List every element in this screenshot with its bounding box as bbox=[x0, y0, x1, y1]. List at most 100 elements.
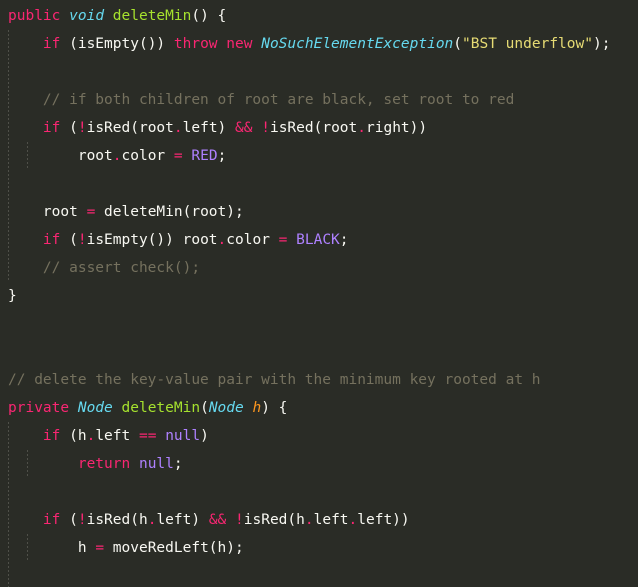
code-token-op: ! bbox=[261, 120, 270, 136]
code-line[interactable] bbox=[0, 562, 638, 587]
code-token-plain: left bbox=[313, 512, 349, 528]
code-token-param: h bbox=[252, 400, 262, 416]
code-line[interactable]: private Node deleteMin(Node h) { bbox=[0, 394, 638, 422]
code-token-plain: isRed(root bbox=[269, 120, 358, 136]
code-line[interactable]: if (!isRed(h.left) && !isRed(h.left.left… bbox=[0, 506, 638, 534]
code-line[interactable]: } bbox=[0, 282, 638, 310]
code-token-plain: left bbox=[95, 428, 139, 444]
code-token-plain: root bbox=[8, 148, 113, 164]
code-token-plain: color bbox=[226, 232, 279, 248]
code-token-op: ! bbox=[77, 512, 87, 528]
code-line[interactable] bbox=[0, 338, 638, 366]
code-token-kw: if bbox=[42, 232, 61, 248]
code-token-kw: new bbox=[226, 36, 253, 52]
code-token-plain: } bbox=[8, 288, 17, 304]
code-token-type: Node bbox=[77, 400, 113, 416]
code-line[interactable] bbox=[0, 478, 638, 506]
indent-guides bbox=[0, 562, 638, 587]
code-token-plain: left)) bbox=[357, 512, 410, 528]
indent-guides bbox=[0, 170, 638, 198]
code-token-op: = bbox=[95, 540, 105, 556]
code-token-const: RED bbox=[191, 148, 218, 164]
code-token-plain: left) bbox=[156, 512, 209, 528]
indent-guide bbox=[8, 170, 9, 198]
code-token-op: . bbox=[348, 512, 358, 528]
code-token-comment: // if both children of root are black, s… bbox=[42, 92, 515, 108]
code-token-comment: // assert check(); bbox=[42, 260, 201, 276]
code-token-op: ! bbox=[77, 232, 87, 248]
indent-guides bbox=[0, 478, 638, 506]
code-token-plain: color bbox=[121, 148, 174, 164]
code-token-kw: private bbox=[8, 400, 70, 416]
code-token-op: && bbox=[208, 512, 227, 528]
code-editor[interactable]: public void deleteMin() { if (isEmpty())… bbox=[0, 0, 638, 587]
code-surface[interactable]: public void deleteMin() { if (isEmpty())… bbox=[0, 0, 638, 587]
code-token-plain: ; bbox=[217, 148, 227, 164]
code-line[interactable]: h = moveRedLeft(h); bbox=[0, 534, 638, 562]
code-token-kw: if bbox=[42, 36, 61, 52]
code-token-type: void bbox=[69, 8, 105, 24]
code-token-op: . bbox=[304, 512, 314, 528]
code-token-plain: ( bbox=[200, 400, 209, 416]
code-token-str: "BST underflow" bbox=[462, 36, 593, 52]
code-token-plain: ( bbox=[453, 36, 463, 52]
code-token-plain: isRed(root bbox=[86, 120, 174, 136]
code-token-plain: ; bbox=[339, 232, 349, 248]
code-token-const: null bbox=[138, 456, 174, 472]
code-line[interactable]: public void deleteMin() { bbox=[0, 2, 638, 30]
code-line[interactable] bbox=[0, 58, 638, 86]
code-line[interactable]: if (!isEmpty()) root.color = BLACK; bbox=[0, 226, 638, 254]
code-token-kw: if bbox=[42, 512, 61, 528]
code-token-plain: ) bbox=[200, 428, 209, 444]
code-token-op: . bbox=[217, 232, 227, 248]
code-line[interactable]: root.color = RED; bbox=[0, 142, 638, 170]
code-token-plain: right)) bbox=[366, 120, 428, 136]
code-token-plain: moveRedLeft(h); bbox=[104, 540, 244, 556]
code-token-plain: ( bbox=[60, 512, 78, 528]
code-token-op: . bbox=[173, 120, 183, 136]
code-token-op: ! bbox=[235, 512, 244, 528]
code-token-const: BLACK bbox=[296, 232, 340, 248]
code-token-kw: return bbox=[77, 456, 131, 472]
indent-guide bbox=[8, 562, 9, 587]
code-token-op: . bbox=[112, 148, 122, 164]
code-token-plain: isRed(h bbox=[86, 512, 148, 528]
code-token-type: NoSuchElementException bbox=[261, 36, 454, 52]
code-line[interactable]: if (!isRed(root.left) && !isRed(root.rig… bbox=[0, 114, 638, 142]
code-line[interactable]: if (h.left == null) bbox=[0, 422, 638, 450]
code-token-plain: ) { bbox=[261, 400, 288, 416]
code-token-kw: throw bbox=[173, 36, 218, 52]
code-line[interactable]: // if both children of root are black, s… bbox=[0, 86, 638, 114]
code-token-op: = bbox=[173, 148, 183, 164]
code-token-plain: ); bbox=[592, 36, 611, 52]
code-line[interactable]: // delete the key-value pair with the mi… bbox=[0, 366, 638, 394]
code-line[interactable] bbox=[0, 310, 638, 338]
code-line[interactable]: root = deleteMin(root); bbox=[0, 198, 638, 226]
code-line[interactable]: // assert check(); bbox=[0, 254, 638, 282]
code-token-op: . bbox=[357, 120, 367, 136]
code-line[interactable] bbox=[0, 170, 638, 198]
code-line[interactable]: return null; bbox=[0, 450, 638, 478]
code-token-op: == bbox=[138, 428, 157, 444]
code-token-plain: isRed(h bbox=[243, 512, 305, 528]
code-token-const: null bbox=[165, 428, 201, 444]
code-token-kw: if bbox=[42, 120, 61, 136]
code-token-plain: isEmpty()) root bbox=[86, 232, 218, 248]
code-token-plain: deleteMin(root); bbox=[95, 204, 244, 220]
code-line[interactable]: if (isEmpty()) throw new NoSuchElementEx… bbox=[0, 30, 638, 58]
code-token-plain: ( bbox=[60, 232, 78, 248]
code-token-plain: (h bbox=[60, 428, 87, 444]
